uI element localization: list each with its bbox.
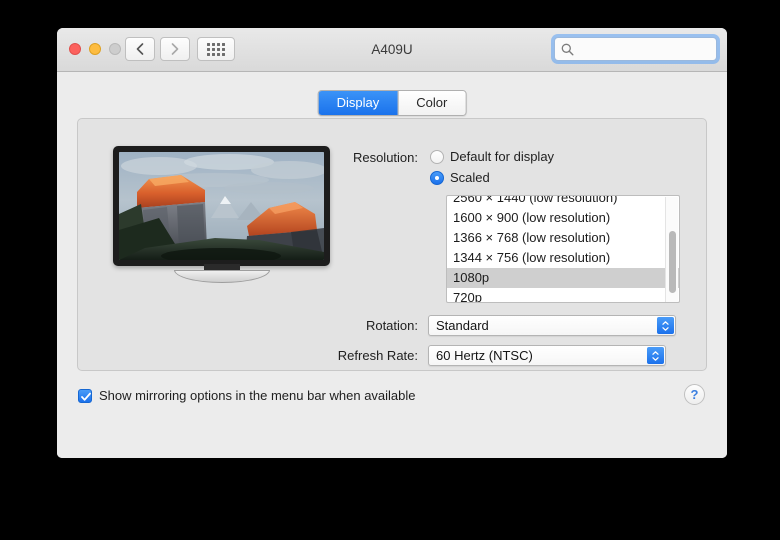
search-container[interactable] [551, 34, 727, 64]
show-all-button[interactable] [197, 37, 235, 61]
traffic-lights [69, 43, 121, 55]
chevron-down-icon [662, 326, 669, 331]
back-button[interactable] [125, 37, 155, 61]
close-button[interactable] [69, 43, 81, 55]
mirroring-label: Show mirroring options in the menu bar w… [99, 388, 416, 403]
list-item[interactable]: 1344 × 756 (low resolution) [447, 248, 679, 268]
scrollbar-thumb[interactable] [669, 231, 676, 293]
refresh-rate-row: Refresh Rate: 60 Hertz (NTSC) [318, 345, 666, 366]
search-input[interactable] [579, 38, 727, 60]
monitor-stand-base [173, 270, 270, 283]
resolution-list[interactable]: 2560 × 1440 (low resolution) 1600 × 900 … [446, 195, 680, 303]
refresh-rate-dropdown[interactable]: 60 Hertz (NTSC) [428, 345, 666, 366]
chevron-down-icon [652, 356, 659, 361]
forward-button[interactable] [160, 37, 190, 61]
chevron-left-icon [136, 43, 144, 55]
list-item-selected[interactable]: 1080p [447, 268, 679, 288]
mirroring-checkbox-row[interactable]: Show mirroring options in the menu bar w… [78, 388, 416, 403]
resolution-label: Resolution: [352, 150, 418, 165]
list-item[interactable]: 1600 × 900 (low resolution) [447, 208, 679, 228]
list-item[interactable]: 720p [447, 288, 679, 302]
tab-display[interactable]: Display [318, 91, 398, 115]
radio-button-unchecked-icon[interactable] [430, 149, 444, 164]
wallpaper-preview [119, 152, 324, 260]
display-settings-panel: Resolution: Default for display Scaled 2… [77, 118, 707, 371]
chevron-right-icon [171, 43, 179, 55]
radio-scaled-label: Scaled [450, 170, 490, 185]
window-body: Display Color Resolution: Default for di… [57, 72, 727, 458]
refresh-rate-stepper[interactable] [647, 347, 664, 364]
radio-default-for-display[interactable]: Default for display [430, 149, 554, 164]
rotation-label: Rotation: [365, 318, 418, 333]
radio-button-checked-icon[interactable] [430, 170, 444, 185]
monitor-bezel [113, 146, 330, 266]
chevron-up-icon [662, 320, 669, 325]
refresh-rate-label: Refresh Rate: [337, 348, 418, 363]
refresh-rate-value: 60 Hertz (NTSC) [436, 348, 533, 363]
zoom-button [109, 43, 121, 55]
checkmark-icon [81, 392, 91, 401]
chevron-up-icon [652, 350, 659, 355]
list-item[interactable]: 1366 × 768 (low resolution) [447, 228, 679, 248]
minimize-button[interactable] [89, 43, 101, 55]
mirroring-checkbox[interactable] [78, 388, 92, 403]
tab-color[interactable]: Color [397, 91, 466, 115]
list-item[interactable]: 2560 × 1440 (low resolution) [447, 196, 679, 208]
navigation-buttons [125, 37, 190, 61]
segmented-tabs: Display Color [317, 90, 467, 116]
rotation-dropdown[interactable]: Standard [428, 315, 676, 336]
radio-default-label: Default for display [450, 149, 555, 164]
el-capitan-wallpaper-icon [119, 152, 324, 260]
grid-icon [207, 42, 225, 56]
resolution-list-scrollbar[interactable] [665, 197, 678, 302]
help-button[interactable]: ? [684, 384, 705, 405]
rotation-value: Standard [436, 318, 489, 333]
search-icon [561, 43, 574, 56]
rotation-row: Rotation: Standard [318, 315, 676, 336]
window-titlebar: A409U [57, 28, 727, 72]
search-field[interactable] [554, 37, 727, 61]
display-preferences-window: A409U Display Color Resolution: Default … [57, 28, 727, 458]
monitor-preview [113, 146, 330, 286]
radio-scaled[interactable]: Scaled [430, 170, 490, 185]
rotation-stepper[interactable] [657, 317, 674, 334]
